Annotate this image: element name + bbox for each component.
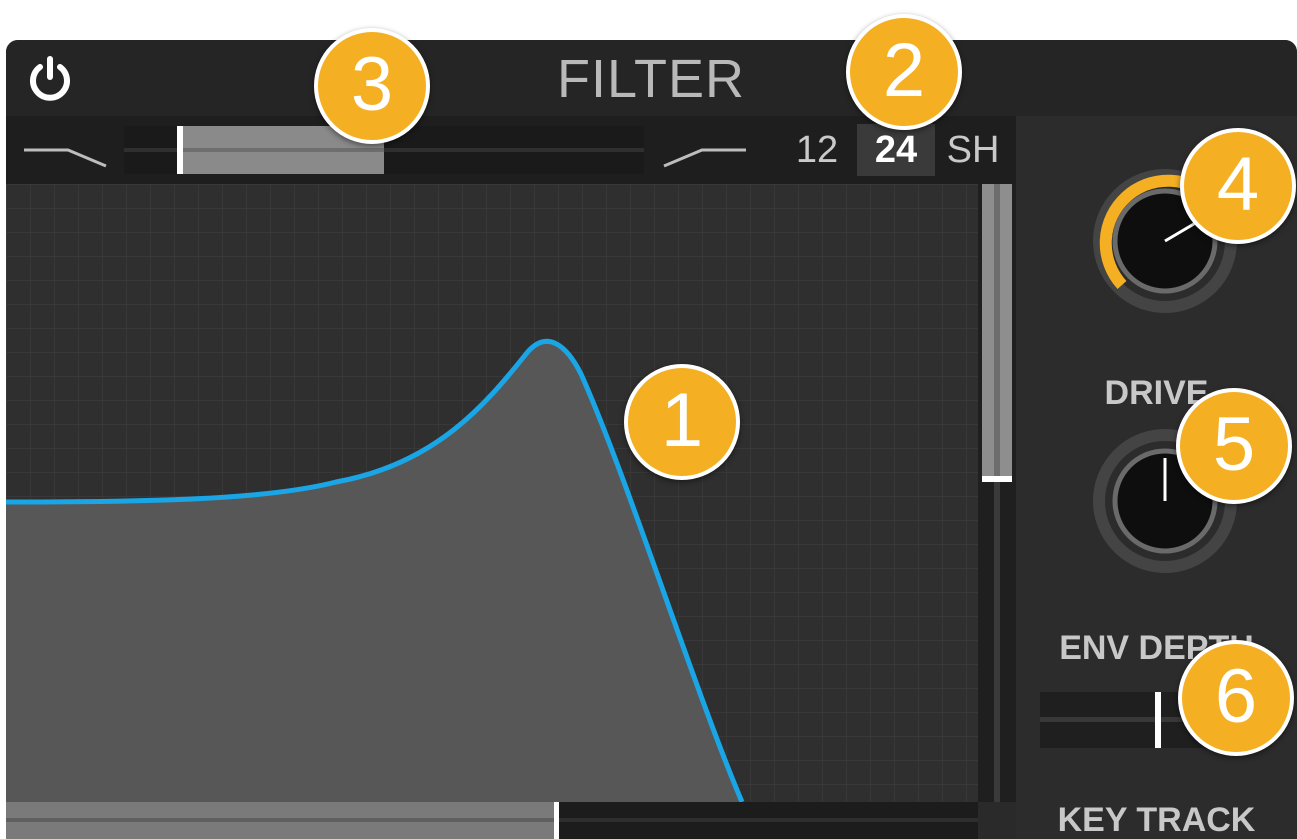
highpass-shape-icon	[663, 148, 746, 168]
callout-badge-4: 4	[1180, 128, 1296, 244]
filter-response-display[interactable]	[6, 184, 978, 802]
panel-header: FILTER	[6, 40, 1297, 116]
key-track-thumb[interactable]	[1155, 692, 1161, 748]
cutoff-slider-thumb[interactable]	[554, 802, 559, 839]
morph-slider-thumb[interactable]	[177, 126, 183, 174]
slope-24-button[interactable]: 24	[857, 124, 935, 176]
callout-badge-3: 3	[314, 28, 430, 144]
lowpass-shape-icon	[24, 148, 107, 168]
panel-title: FILTER	[556, 49, 745, 109]
slope-sh-button[interactable]: SH	[937, 124, 1009, 176]
filter-type-bar: 12 24 SH	[6, 116, 1016, 184]
callout-badge-2: 2	[846, 14, 962, 130]
callout-badge-6: 6	[1178, 640, 1294, 756]
callout-badge-1: 1	[624, 364, 740, 480]
key-track-label: KEY TRACK	[1057, 801, 1256, 839]
resonance-slider[interactable]	[978, 184, 1016, 802]
cutoff-slider[interactable]	[6, 802, 978, 839]
callout-badge-5: 5	[1176, 388, 1292, 504]
resonance-slider-thumb[interactable]	[982, 476, 1012, 482]
slope-12-button[interactable]: 12	[780, 124, 854, 176]
power-icon[interactable]	[26, 55, 74, 103]
